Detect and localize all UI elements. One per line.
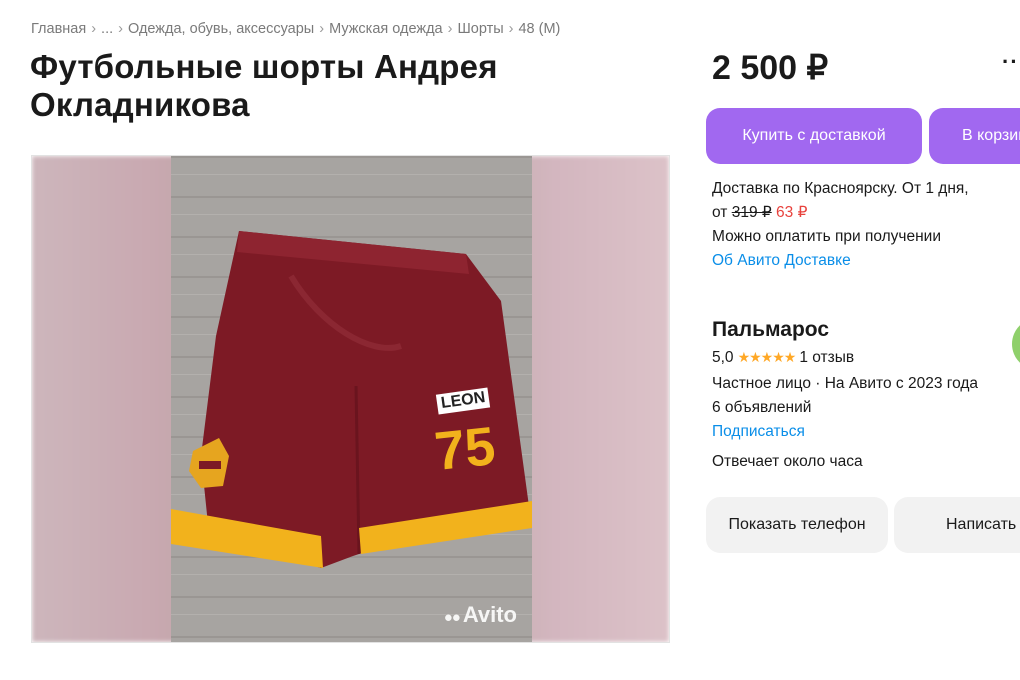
product-photo[interactable]: LEON 75	[171, 156, 532, 642]
seller-rating: 5,0 ★★★★★ 1 отзыв	[712, 349, 854, 367]
seller-avatar[interactable]	[1012, 318, 1020, 370]
more-horizontal-icon[interactable]: ···	[1002, 51, 1020, 73]
avito-logo-icon: ●●	[443, 609, 461, 626]
about-delivery-link[interactable]: Об Авито Доставке	[712, 252, 851, 269]
reviews-link[interactable]: 1 отзыв	[799, 349, 854, 366]
watermark-text: Avito	[462, 602, 517, 627]
delivery-new-price: 63 ₽	[776, 204, 808, 221]
page-title: Футбольные шорты Андрея Окладникова	[30, 48, 498, 123]
delivery-price-line: от 319 ₽ 63 ₽	[712, 201, 969, 225]
breadcrumb-size[interactable]: 48 (M)	[518, 21, 560, 37]
breadcrumb-shorts[interactable]: Шорты	[457, 21, 503, 37]
rating-stars-icon: ★★★★★	[737, 349, 797, 365]
breadcrumb-separator: ›	[447, 21, 453, 37]
product-gallery[interactable]: LEON 75 ●● Avito	[31, 155, 670, 643]
breadcrumb-separator: ›	[508, 21, 514, 37]
delivery-line: Доставка по Красноярску. От 1 дня,	[712, 180, 969, 197]
breadcrumb-clothing[interactable]: Одежда, обувь, аксессуары	[128, 21, 314, 37]
seller-listings[interactable]: 6 объявлений	[712, 396, 978, 420]
price: 2 500 ₽	[712, 49, 829, 87]
breadcrumb-home[interactable]: Главная	[31, 21, 86, 37]
avito-watermark: ●● Avito	[444, 602, 517, 628]
add-to-cart-button[interactable]: В корзину	[929, 108, 1020, 164]
breadcrumb-separator: ›	[118, 21, 123, 37]
write-message-button[interactable]: Написать	[894, 497, 1020, 553]
breadcrumb-separator: ›	[319, 21, 325, 37]
show-phone-button[interactable]: Показать телефон	[706, 497, 888, 553]
rating-value: 5,0	[712, 349, 734, 366]
response-time: Отвечает около часа	[712, 453, 863, 470]
breadcrumb-separator: ›	[91, 21, 97, 37]
breadcrumb-mens-clothing[interactable]: Мужская одежда	[329, 21, 443, 37]
seller-name[interactable]: Пальмарос	[712, 318, 829, 342]
delivery-info: Доставка по Красноярску. От 1 дня, от 31…	[712, 177, 969, 273]
buy-with-delivery-button[interactable]: Купить с доставкой	[706, 108, 922, 164]
shorts-number: 75	[432, 416, 499, 482]
seller-type: Частное лицо · На Авито с 2023 года	[712, 375, 979, 392]
cash-on-delivery-note: Можно оплатить при получении	[712, 228, 941, 245]
delivery-price-prefix: от	[712, 204, 728, 221]
breadcrumb: Главная ›... › Одежда, обувь, аксессуары › Му…	[31, 21, 560, 37]
seller-meta: Частное лицо · На Авито с 2023 года 6 об…	[712, 372, 978, 444]
subscribe-link[interactable]: Подписаться	[712, 423, 805, 440]
breadcrumb-ellipsis[interactable]: ...	[101, 21, 113, 37]
delivery-old-price: 319 ₽	[731, 204, 772, 221]
